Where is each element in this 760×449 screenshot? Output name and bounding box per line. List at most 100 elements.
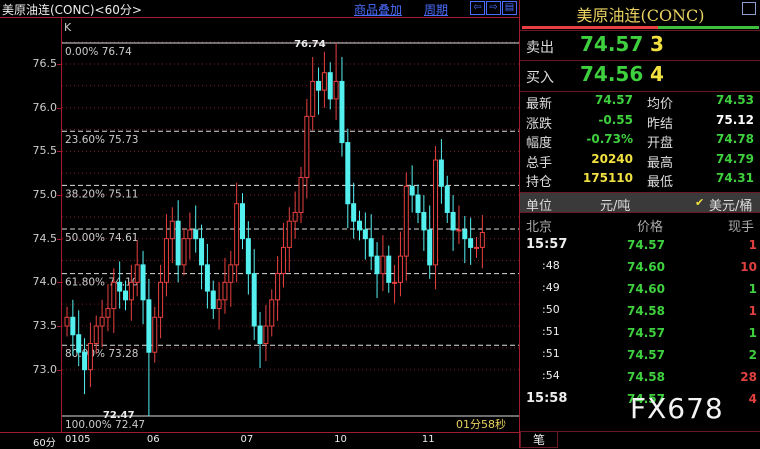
candle-down bbox=[199, 238, 205, 266]
ticks-header-price: 价格 bbox=[637, 220, 664, 235]
candle-up bbox=[134, 264, 140, 283]
candle-up bbox=[380, 255, 386, 275]
tick-row: :54 74.58 28 bbox=[520, 368, 760, 388]
stat-value: 20240 bbox=[591, 151, 633, 166]
time-label: 10 bbox=[334, 434, 347, 445]
candle-down bbox=[327, 72, 333, 100]
maximize-icon[interactable] bbox=[742, 2, 756, 15]
quote-title: 美原油连(CONC) bbox=[576, 6, 705, 25]
stat-label: 最低 bbox=[647, 175, 674, 190]
ask-volume: 3 bbox=[650, 32, 664, 56]
price-tick bbox=[57, 194, 61, 196]
candle-up bbox=[222, 281, 228, 301]
candle-down bbox=[415, 194, 421, 213]
stat-label: 持仓 bbox=[526, 175, 553, 190]
tick-volume: 1 bbox=[748, 238, 757, 252]
layout-button[interactable]: ▤ bbox=[502, 1, 517, 15]
candle-up bbox=[310, 80, 316, 117]
stat-label: 最新 bbox=[526, 97, 553, 112]
tick-row: :51 74.57 1 bbox=[520, 324, 760, 344]
candle-up bbox=[128, 281, 134, 301]
price-tick bbox=[57, 369, 61, 371]
tab-trades[interactable]: 笔 bbox=[520, 431, 558, 448]
candle-down bbox=[427, 229, 433, 266]
period-link[interactable]: 周期 bbox=[424, 1, 448, 18]
candle-down bbox=[140, 264, 146, 301]
bid-label: 买入 bbox=[526, 70, 554, 86]
candle-down bbox=[245, 238, 251, 275]
price-axis: 76.5 76.0 75.5 75.0 74.5 74.0 73.5 73.0 bbox=[0, 18, 62, 432]
price-tick-label: 74.0 bbox=[32, 275, 58, 289]
stat-value: 74.79 bbox=[716, 151, 754, 166]
stat-label: 均价 bbox=[647, 97, 674, 112]
candle-down bbox=[257, 325, 263, 344]
tick-price: 74.58 bbox=[627, 370, 665, 384]
candle-up bbox=[474, 246, 479, 249]
candle-up bbox=[93, 325, 99, 344]
candle-down bbox=[438, 159, 444, 187]
stat-label: 昨结 bbox=[647, 116, 674, 132]
candle-up bbox=[105, 308, 111, 318]
overlay-link[interactable]: 商品叠加 bbox=[354, 1, 402, 18]
stat-value: 74.53 bbox=[716, 93, 754, 107]
ask-price: 74.57 bbox=[580, 32, 644, 56]
price-tick-label: 75.0 bbox=[32, 187, 58, 201]
candle-down bbox=[374, 255, 380, 275]
fib-label: 50.00% 74.61 bbox=[65, 232, 138, 244]
countdown-timer: 01分58秒 bbox=[456, 418, 506, 431]
price-tick bbox=[57, 107, 61, 109]
price-tick-label: 73.5 bbox=[32, 319, 58, 332]
candle-up bbox=[99, 316, 105, 327]
unit-option-usd-barrel[interactable]: 美元/桶 bbox=[709, 195, 752, 214]
tick-price: 74.57 bbox=[627, 348, 665, 362]
price-tick-label: 76.5 bbox=[32, 56, 58, 70]
ask-label: 卖出 bbox=[526, 40, 554, 56]
candle-up bbox=[216, 299, 222, 310]
candle-up bbox=[169, 220, 175, 240]
candle-up bbox=[263, 325, 269, 344]
candle-up bbox=[275, 273, 281, 301]
unit-bar: 单位 元/吨 ✔ 美元/桶 bbox=[520, 192, 760, 214]
scroll-right-button[interactable]: ⇨ bbox=[486, 1, 501, 15]
unit-label: 单位 bbox=[526, 199, 553, 214]
chart-title: 美原油连(CONC)<60分> bbox=[2, 3, 142, 17]
candle-down bbox=[339, 80, 345, 144]
price-tick bbox=[57, 282, 61, 284]
candle-down bbox=[468, 238, 474, 248]
price-tick bbox=[57, 238, 61, 240]
chart-header: 美原油连(CONC)<60分> 商品叠加 周期 ⇦ ⇨ ▤ bbox=[0, 0, 519, 18]
candle-up bbox=[304, 115, 310, 179]
price-tick bbox=[57, 63, 61, 65]
candle-up bbox=[298, 177, 304, 213]
candle-up bbox=[321, 72, 327, 91]
fib-label: 61.80% 74.10 bbox=[65, 277, 138, 289]
tick-volume: 10 bbox=[740, 260, 757, 274]
candle-up bbox=[187, 229, 193, 240]
candlestick-chart[interactable]: 0.00% 76.74 23.60% 75.73 38.20% 75.11 50.00… bbox=[62, 18, 519, 432]
candle-down bbox=[204, 264, 210, 292]
price-tick-label: 73.0 bbox=[32, 362, 58, 376]
tick-time: :48 bbox=[542, 259, 560, 272]
candle-up bbox=[64, 316, 70, 327]
stat-value: -0.55 bbox=[598, 112, 633, 127]
tick-time: :49 bbox=[542, 281, 560, 294]
tick-price: 74.58 bbox=[627, 304, 665, 318]
tick-row: :49 74.60 1 bbox=[520, 280, 760, 300]
high-marker: 76.74 bbox=[294, 39, 326, 50]
price-tick-label: 76.0 bbox=[32, 100, 58, 114]
ticks-header-volume: 现手 bbox=[728, 220, 755, 235]
stat-value: 74.57 bbox=[595, 93, 633, 107]
tick-row: :48 74.60 10 bbox=[520, 258, 760, 278]
scroll-left-button[interactable]: ⇦ bbox=[470, 1, 485, 15]
candle-down bbox=[386, 255, 392, 283]
unit-option-yuan-ton[interactable]: 元/吨 bbox=[600, 195, 630, 214]
time-axis: 60分 0105 06 07 10 11 bbox=[0, 432, 519, 449]
tick-volume: 4 bbox=[748, 392, 757, 406]
candle-down bbox=[76, 334, 82, 353]
fib-label: 0.00% 76.74 bbox=[65, 46, 132, 58]
candle-down bbox=[316, 80, 322, 91]
candle-up bbox=[479, 232, 485, 248]
candle-up bbox=[111, 281, 117, 310]
ticks-header-time: 北京 bbox=[526, 220, 553, 235]
tick-time: :51 bbox=[542, 347, 560, 360]
